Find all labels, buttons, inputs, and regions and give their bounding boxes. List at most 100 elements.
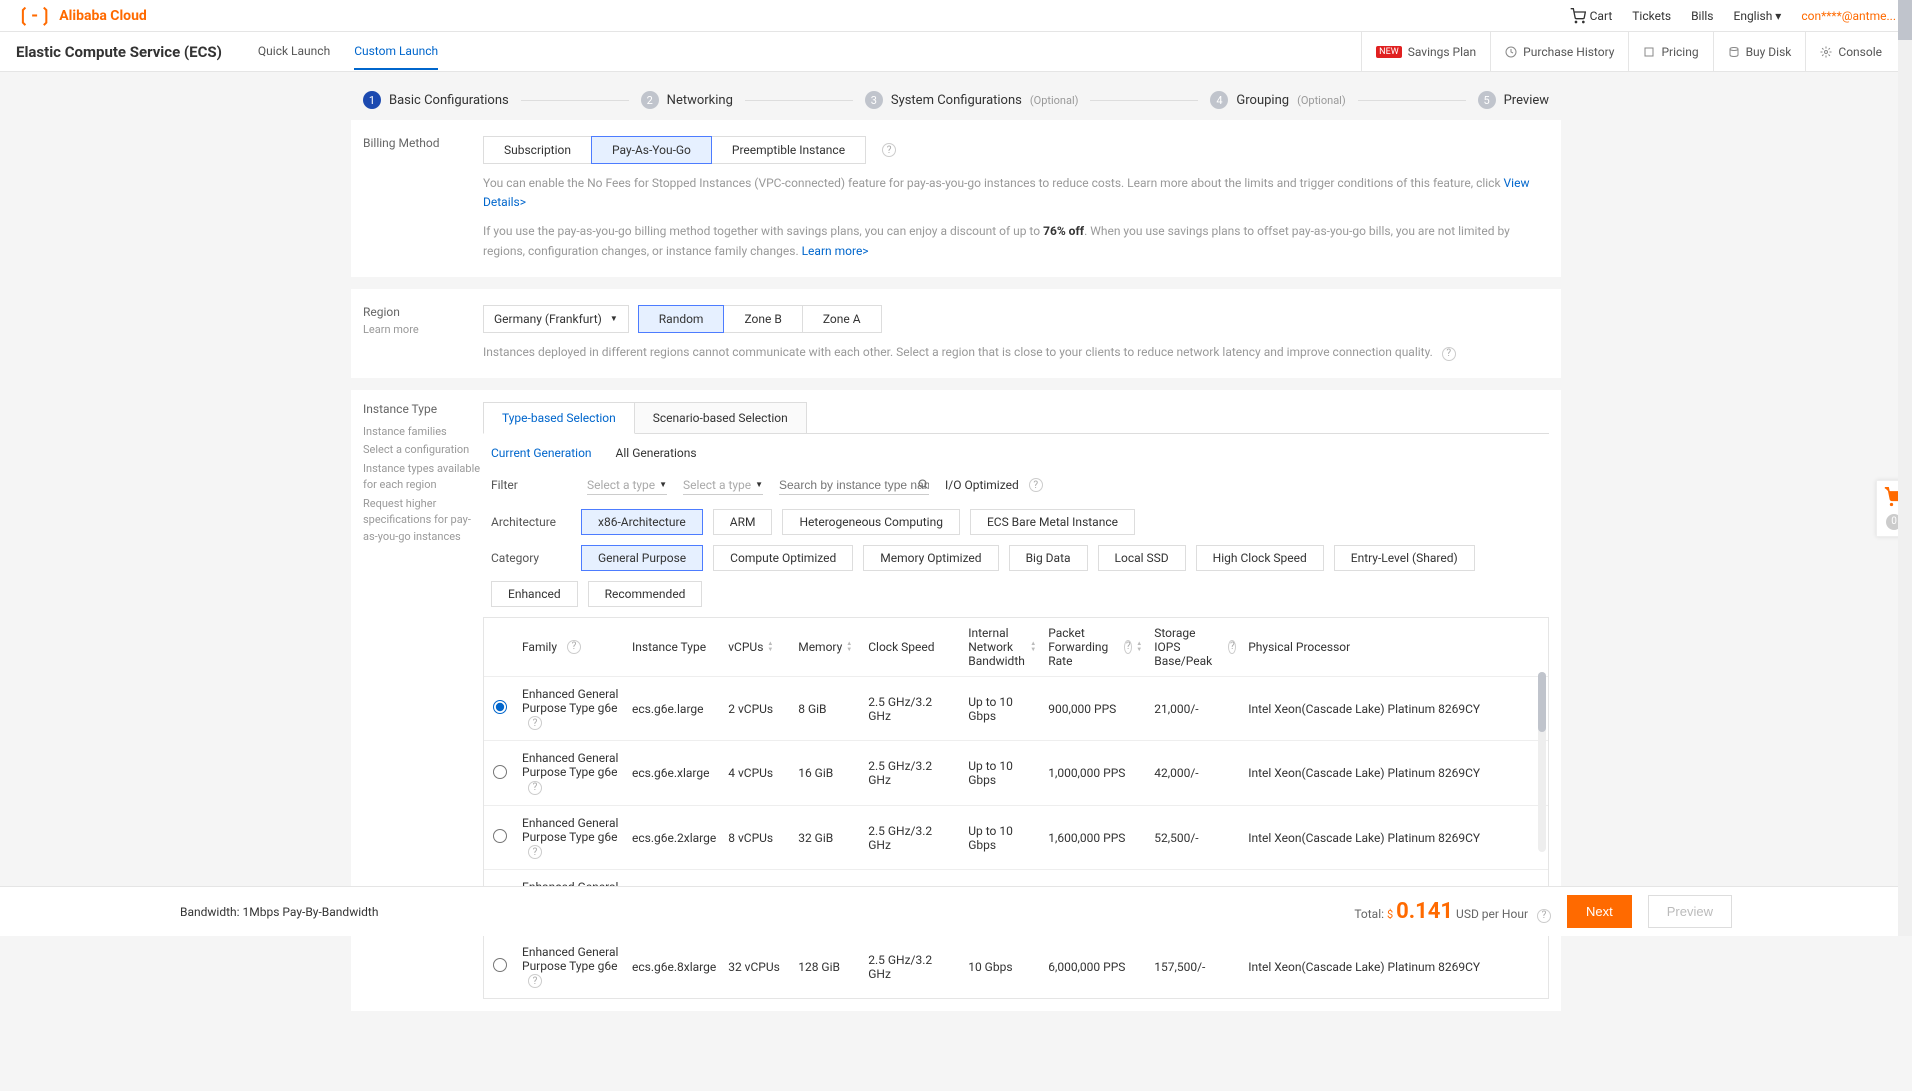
chevron-down-icon: ▼: [610, 314, 618, 323]
cat-compute[interactable]: Compute Optimized: [713, 545, 853, 571]
filter-memory-select[interactable]: Select a type▼: [683, 476, 763, 495]
tab-scenario-based[interactable]: Scenario-based Selection: [634, 402, 807, 433]
step-networking[interactable]: 2Networking: [641, 91, 733, 109]
help-icon[interactable]: ?: [528, 781, 542, 795]
learn-more-link[interactable]: Learn more>: [802, 244, 869, 258]
region-learn-more[interactable]: Learn more: [363, 323, 483, 336]
row-radio[interactable]: [493, 958, 507, 972]
bills-link[interactable]: Bills: [1691, 9, 1713, 23]
cell-family: Enhanced General Purpose Type g6e ?: [516, 805, 626, 870]
preview-button[interactable]: Preview: [1648, 895, 1732, 928]
sidebar-link[interactable]: Select a configuration: [363, 442, 483, 459]
sort-icon[interactable]: ▲▼: [767, 641, 773, 653]
search-input[interactable]: [779, 476, 929, 495]
savings-plan-button[interactable]: NEW Savings Plan: [1361, 32, 1490, 72]
help-icon[interactable]: ?: [882, 143, 896, 157]
cell-proc: Intel Xeon(Cascade Lake) Platinum 8269CY: [1242, 741, 1548, 806]
sidebar-link[interactable]: Request higher specifications for pay-as…: [363, 496, 483, 546]
cat-clock[interactable]: High Clock Speed: [1196, 545, 1324, 571]
billing-payg[interactable]: Pay-As-You-Go: [591, 136, 712, 164]
arch-arm[interactable]: ARM: [713, 509, 773, 535]
purchase-history-button[interactable]: Purchase History: [1490, 32, 1628, 72]
billing-subscription[interactable]: Subscription: [483, 136, 592, 164]
table-row[interactable]: Enhanced General Purpose Type g6e ? ecs.…: [484, 676, 1548, 741]
brand-logo[interactable]: ❲-❳ Alibaba Cloud: [16, 5, 147, 26]
chevron-down-icon: ▼: [659, 480, 667, 489]
sidebar-link[interactable]: Instance families: [363, 424, 483, 441]
cat-general[interactable]: General Purpose: [581, 545, 703, 571]
buy-disk-button[interactable]: Buy Disk: [1713, 32, 1806, 72]
pricing-button[interactable]: Pricing: [1628, 32, 1712, 72]
tab-current-gen[interactable]: Current Generation: [491, 446, 592, 460]
table-row[interactable]: Enhanced General Purpose Type g6e ? ecs.…: [484, 805, 1548, 870]
table-row[interactable]: Enhanced General Purpose Type g6e ? ecs.…: [484, 934, 1548, 998]
filter-vcpu-select[interactable]: Select a type▼: [587, 476, 667, 495]
tab-quick-launch[interactable]: Quick Launch: [258, 34, 330, 70]
io-optimized-toggle[interactable]: I/O Optimized ?: [945, 478, 1043, 492]
cat-localssd[interactable]: Local SSD: [1098, 545, 1186, 571]
billing-hint-1: You can enable the No Fees for Stopped I…: [483, 174, 1549, 212]
arch-bare-metal[interactable]: ECS Bare Metal Instance: [970, 509, 1135, 535]
region-select[interactable]: Germany (Frankfurt) ▼: [483, 305, 629, 333]
bandwidth-summary: Bandwidth: 1Mbps Pay-By-Bandwidth: [180, 905, 378, 919]
help-icon[interactable]: ?: [1537, 909, 1551, 923]
billing-card: Billing Method Subscription Pay-As-You-G…: [351, 120, 1561, 277]
cell-vcpu: 4 vCPUs: [722, 741, 792, 806]
arch-heterogeneous[interactable]: Heterogeneous Computing: [782, 509, 959, 535]
cell-vcpu: 32 vCPUs: [722, 934, 792, 998]
topbar-right: Cart Tickets Bills English ▾ con****@ant…: [1570, 8, 1896, 24]
help-icon[interactable]: ?: [567, 640, 581, 654]
region-card: Region Learn more Germany (Frankfurt) ▼ …: [351, 289, 1561, 378]
step-grouping[interactable]: 4Grouping (Optional): [1210, 91, 1345, 109]
help-icon[interactable]: ?: [1228, 640, 1236, 654]
tab-custom-launch[interactable]: Custom Launch: [354, 34, 438, 70]
step-preview[interactable]: 5Preview: [1478, 91, 1549, 109]
sort-icon[interactable]: ▲▼: [1030, 641, 1036, 653]
tab-all-gen[interactable]: All Generations: [616, 446, 697, 460]
step-basic[interactable]: 1Basic Configurations: [363, 91, 509, 109]
user-menu[interactable]: con****@antme...: [1801, 9, 1896, 23]
help-icon[interactable]: ?: [528, 845, 542, 859]
sort-icon[interactable]: ▲▼: [1136, 641, 1142, 653]
cart-link[interactable]: Cart: [1570, 8, 1613, 24]
cell-vcpu: 2 vCPUs: [722, 676, 792, 741]
zone-a[interactable]: Zone A: [802, 305, 882, 333]
table-scrollbar[interactable]: [1538, 672, 1546, 852]
language-selector[interactable]: English ▾: [1734, 9, 1782, 23]
cell-iops: 42,000/-: [1148, 741, 1242, 806]
cell-pps: 6,000,000 PPS: [1042, 934, 1148, 998]
next-button[interactable]: Next: [1567, 895, 1632, 928]
cat-bigdata[interactable]: Big Data: [1009, 545, 1088, 571]
sidebar-link[interactable]: Instance types available for each region: [363, 461, 483, 494]
cat-memory[interactable]: Memory Optimized: [863, 545, 998, 571]
tab-type-based[interactable]: Type-based Selection: [483, 402, 635, 434]
page-scrollbar[interactable]: [1898, 0, 1912, 936]
help-icon[interactable]: ?: [1442, 347, 1456, 361]
topbar: ❲-❳ Alibaba Cloud Cart Tickets Bills Eng…: [0, 0, 1912, 32]
table-row[interactable]: Enhanced General Purpose Type g6e ? ecs.…: [484, 741, 1548, 806]
row-radio[interactable]: [493, 765, 507, 779]
cat-entry[interactable]: Entry-Level (Shared): [1334, 545, 1475, 571]
instance-table-wrap: Family? Instance Type vCPUs▲▼ Memory▲▼ C…: [483, 617, 1549, 1000]
help-icon[interactable]: ?: [528, 974, 542, 988]
search-icon: [917, 478, 929, 490]
step-system[interactable]: 3System Configurations (Optional): [865, 91, 1079, 109]
arch-x86[interactable]: x86-Architecture: [581, 509, 703, 535]
brand-text: Alibaba Cloud: [59, 8, 147, 24]
total-price: Total: $ 0.141 USD per Hour ?: [1354, 899, 1551, 924]
sort-icon[interactable]: ▲▼: [846, 641, 852, 653]
cat-recommended[interactable]: Recommended: [588, 581, 703, 607]
row-radio[interactable]: [493, 700, 507, 714]
zone-b[interactable]: Zone B: [723, 305, 802, 333]
tickets-link[interactable]: Tickets: [1632, 9, 1671, 23]
cat-enhanced[interactable]: Enhanced: [491, 581, 578, 607]
row-radio[interactable]: [493, 829, 507, 843]
help-icon[interactable]: ?: [1029, 478, 1043, 492]
help-icon[interactable]: ?: [1124, 640, 1132, 654]
help-icon[interactable]: ?: [528, 716, 542, 730]
console-button[interactable]: Console: [1805, 32, 1896, 72]
cell-clock: 2.5 GHz/3.2 GHz: [862, 934, 962, 998]
billing-preemptible[interactable]: Preemptible Instance: [711, 136, 866, 164]
zone-random[interactable]: Random: [638, 305, 725, 333]
cell-clock: 2.5 GHz/3.2 GHz: [862, 676, 962, 741]
